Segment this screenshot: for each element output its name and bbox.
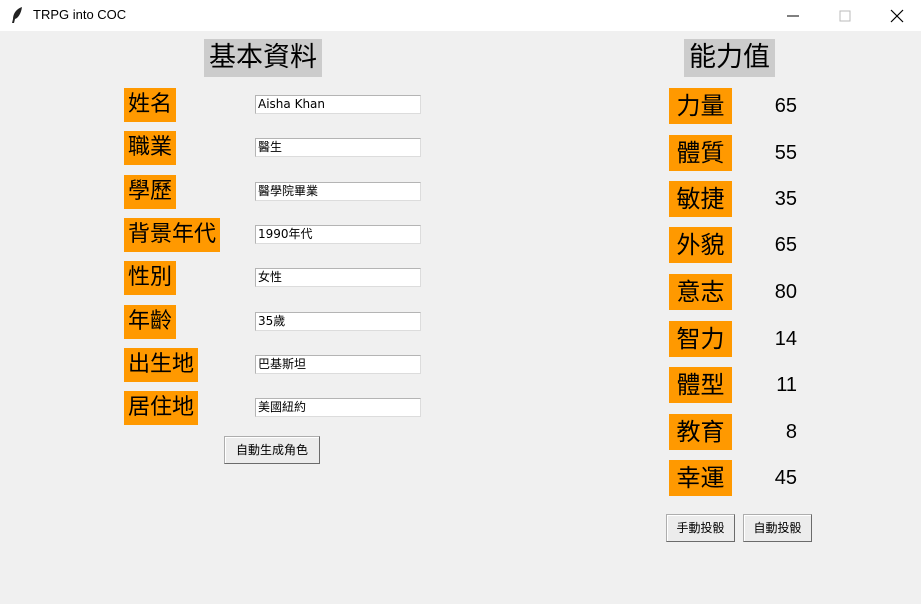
education-label: 學歷 bbox=[124, 175, 177, 209]
residence-field[interactable]: 美國紐約 bbox=[255, 398, 421, 417]
education-stat-value: 8 bbox=[785, 421, 797, 443]
maximize-icon bbox=[839, 10, 851, 22]
feather-icon bbox=[10, 6, 24, 24]
education-field[interactable]: 醫學院畢業 bbox=[255, 182, 421, 201]
strength-label: 力量 bbox=[669, 88, 732, 124]
luck-label: 幸運 bbox=[669, 460, 732, 496]
minimize-button[interactable] bbox=[770, 0, 816, 31]
close-button[interactable] bbox=[874, 0, 920, 31]
intelligence-value: 14 bbox=[774, 328, 797, 350]
occupation-label: 職業 bbox=[124, 131, 177, 165]
dexterity-value: 35 bbox=[774, 188, 797, 210]
dexterity-label: 敏捷 bbox=[669, 181, 732, 217]
gender-label: 性別 bbox=[124, 261, 177, 295]
occupation-field[interactable]: 醫生 bbox=[255, 138, 421, 157]
window-title: TRPG into COC bbox=[33, 7, 127, 22]
maximize-button[interactable] bbox=[822, 0, 868, 31]
power-value: 80 bbox=[774, 281, 797, 303]
appearance-label: 外貌 bbox=[669, 227, 732, 263]
auto-generate-character-button[interactable]: 自動生成角色 bbox=[224, 436, 320, 464]
intelligence-label: 智力 bbox=[669, 321, 732, 357]
appearance-value: 65 bbox=[774, 234, 797, 256]
era-field[interactable]: 1990年代 bbox=[255, 225, 421, 244]
age-field[interactable]: 35歲 bbox=[255, 312, 421, 331]
constitution-label: 體質 bbox=[669, 135, 732, 171]
close-icon bbox=[890, 9, 904, 23]
name-label: 姓名 bbox=[124, 88, 177, 122]
basic-info-heading: 基本資料 bbox=[204, 39, 322, 77]
power-label: 意志 bbox=[669, 274, 732, 310]
size-value: 11 bbox=[776, 374, 797, 396]
education-stat-label: 教育 bbox=[669, 414, 732, 450]
constitution-value: 55 bbox=[774, 142, 797, 164]
age-label: 年齡 bbox=[124, 305, 177, 339]
auto-roll-button[interactable]: 自動投骰 bbox=[743, 514, 812, 542]
manual-roll-button[interactable]: 手動投骰 bbox=[666, 514, 735, 542]
residence-label: 居住地 bbox=[124, 391, 199, 425]
era-label: 背景年代 bbox=[124, 218, 221, 252]
name-field[interactable]: Aisha Khan bbox=[255, 95, 421, 114]
title-bar[interactable]: TRPG into COC bbox=[0, 0, 921, 31]
luck-value: 45 bbox=[774, 467, 797, 489]
strength-value: 65 bbox=[774, 95, 797, 117]
minimize-icon bbox=[787, 15, 799, 17]
birthplace-label: 出生地 bbox=[124, 348, 199, 382]
gender-field[interactable]: 女性 bbox=[255, 268, 421, 287]
birthplace-field[interactable]: 巴基斯坦 bbox=[255, 355, 421, 374]
ability-heading: 能力值 bbox=[684, 39, 775, 77]
size-label: 體型 bbox=[669, 367, 732, 403]
